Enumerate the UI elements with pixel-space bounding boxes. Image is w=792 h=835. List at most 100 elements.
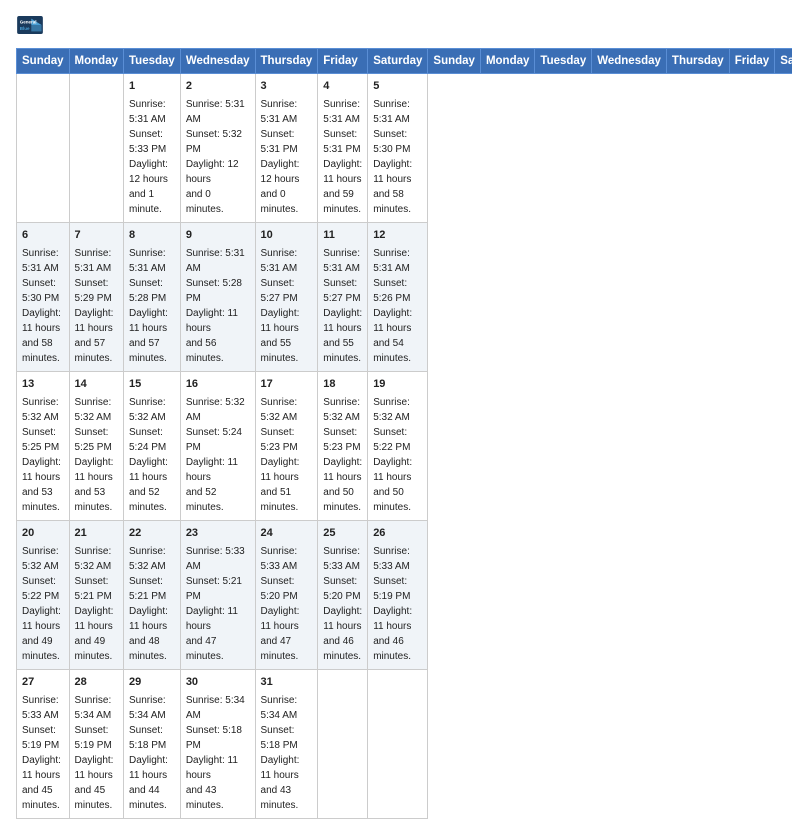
day-number: 4 xyxy=(323,79,362,95)
day-number: 26 xyxy=(373,526,422,542)
day-info: Sunrise: 5:31 AM Sunset: 5:27 PM Dayligh… xyxy=(261,246,313,366)
calendar-cell: 8Sunrise: 5:31 AM Sunset: 5:28 PM Daylig… xyxy=(124,222,181,371)
week-row-3: 13Sunrise: 5:32 AM Sunset: 5:25 PM Dayli… xyxy=(17,371,792,520)
day-info: Sunrise: 5:34 AM Sunset: 5:19 PM Dayligh… xyxy=(75,693,118,813)
calendar-cell: 16 Sunrise: 5:32 AM Sunset: 5:24 PM Dayli… xyxy=(180,371,255,520)
day-info: Sunrise: 5:32 AM Sunset: 5:24 PM Dayligh… xyxy=(129,395,175,515)
calendar-cell: 13Sunrise: 5:32 AM Sunset: 5:25 PM Dayli… xyxy=(17,371,70,520)
calendar-cell: 2 Sunrise: 5:31 AM Sunset: 5:32 PM Daylig… xyxy=(180,74,255,223)
day-info: Sunrise: 5:31 AM Sunset: 5:32 PM Dayligh… xyxy=(186,97,250,217)
calendar-cell: 20Sunrise: 5:32 AM Sunset: 5:22 PM Dayli… xyxy=(17,520,70,669)
day-info: Sunrise: 5:32 AM Sunset: 5:21 PM Dayligh… xyxy=(75,544,118,664)
svg-text:General: General xyxy=(20,20,37,25)
day-number: 17 xyxy=(261,377,313,393)
calendar-cell: 5 Sunrise: 5:31 AM Sunset: 5:30 PM Daylig… xyxy=(368,74,428,223)
day-info: Sunrise: 5:33 AM Sunset: 5:20 PM Dayligh… xyxy=(323,544,362,664)
calendar-cell: 17Sunrise: 5:32 AM Sunset: 5:23 PM Dayli… xyxy=(255,371,318,520)
day-info: Sunrise: 5:33 AM Sunset: 5:19 PM Dayligh… xyxy=(22,693,64,813)
calendar-cell xyxy=(318,669,368,818)
day-info: Sunrise: 5:33 AM Sunset: 5:19 PM Dayligh… xyxy=(373,544,422,664)
week-row-1: 1 Sunrise: 5:31 AM Sunset: 5:33 PM Daylig… xyxy=(17,74,792,223)
calendar-cell: 1 Sunrise: 5:31 AM Sunset: 5:33 PM Daylig… xyxy=(124,74,181,223)
week-row-5: 27 Sunrise: 5:33 AM Sunset: 5:19 PM Dayli… xyxy=(17,669,792,818)
day-number: 12 xyxy=(373,228,422,244)
dow-header-saturday: Saturday xyxy=(775,49,792,74)
dow-header-tuesday: Tuesday xyxy=(535,49,592,74)
header-cell-sunday: Sunday xyxy=(17,49,70,74)
day-info: Sunrise: 5:31 AM Sunset: 5:27 PM Dayligh… xyxy=(323,246,362,366)
calendar-header: SundayMondayTuesdayWednesdayThursdayFrid… xyxy=(17,49,792,74)
calendar-cell: 19 Sunrise: 5:32 AM Sunset: 5:22 PM Dayli… xyxy=(368,371,428,520)
day-number: 24 xyxy=(261,526,313,542)
header-cell-thursday: Thursday xyxy=(255,49,318,74)
header-cell-wednesday: Wednesday xyxy=(180,49,255,74)
header-cell-monday: Monday xyxy=(69,49,123,74)
calendar-cell: 27 Sunrise: 5:33 AM Sunset: 5:19 PM Dayli… xyxy=(17,669,70,818)
header-cell-friday: Friday xyxy=(318,49,368,74)
day-info: Sunrise: 5:31 AM Sunset: 5:29 PM Dayligh… xyxy=(75,246,118,366)
calendar-cell: 11 Sunrise: 5:31 AM Sunset: 5:27 PM Dayli… xyxy=(318,222,368,371)
day-info: Sunrise: 5:32 AM Sunset: 5:22 PM Dayligh… xyxy=(373,395,422,515)
day-info: Sunrise: 5:32 AM Sunset: 5:25 PM Dayligh… xyxy=(75,395,118,515)
calendar-cell: 28 Sunrise: 5:34 AM Sunset: 5:19 PM Dayli… xyxy=(69,669,123,818)
calendar-cell: 31 Sunrise: 5:34 AM Sunset: 5:18 PM Dayli… xyxy=(255,669,318,818)
logo-icon: General Blue xyxy=(16,16,44,34)
calendar-cell: 9Sunrise: 5:31 AM Sunset: 5:28 PM Daylig… xyxy=(180,222,255,371)
calendar-cell xyxy=(69,74,123,223)
dow-header-monday: Monday xyxy=(480,49,534,74)
day-number: 3 xyxy=(261,79,313,95)
day-number: 6 xyxy=(22,228,64,244)
calendar-cell: 15 Sunrise: 5:32 AM Sunset: 5:24 PM Dayli… xyxy=(124,371,181,520)
day-number: 5 xyxy=(373,79,422,95)
day-number: 2 xyxy=(186,79,250,95)
day-number: 10 xyxy=(261,228,313,244)
calendar-cell: 4Sunrise: 5:31 AM Sunset: 5:31 PM Daylig… xyxy=(318,74,368,223)
calendar-cell: 14 Sunrise: 5:32 AM Sunset: 5:25 PM Dayli… xyxy=(69,371,123,520)
day-number: 16 xyxy=(186,377,250,393)
day-info: Sunrise: 5:31 AM Sunset: 5:30 PM Dayligh… xyxy=(373,97,422,217)
day-number: 19 xyxy=(373,377,422,393)
day-number: 11 xyxy=(323,228,362,244)
calendar-body: 1 Sunrise: 5:31 AM Sunset: 5:33 PM Daylig… xyxy=(17,74,792,819)
day-number: 20 xyxy=(22,526,64,542)
day-info: Sunrise: 5:32 AM Sunset: 5:23 PM Dayligh… xyxy=(323,395,362,515)
calendar-cell: 10 Sunrise: 5:31 AM Sunset: 5:27 PM Dayli… xyxy=(255,222,318,371)
calendar-cell: 24 Sunrise: 5:33 AM Sunset: 5:20 PM Dayli… xyxy=(255,520,318,669)
day-number: 31 xyxy=(261,675,313,691)
day-info: Sunrise: 5:34 AM Sunset: 5:18 PM Dayligh… xyxy=(129,693,175,813)
header-cell-saturday: Saturday xyxy=(368,49,428,74)
calendar-cell: 7 Sunrise: 5:31 AM Sunset: 5:29 PM Daylig… xyxy=(69,222,123,371)
header-cell-tuesday: Tuesday xyxy=(124,49,181,74)
day-info: Sunrise: 5:34 AM Sunset: 5:18 PM Dayligh… xyxy=(261,693,313,813)
calendar-cell xyxy=(17,74,70,223)
day-number: 8 xyxy=(129,228,175,244)
page-header: General Blue xyxy=(16,16,776,36)
calendar-table: SundayMondayTuesdayWednesdayThursdayFrid… xyxy=(16,48,792,819)
dow-header-wednesday: Wednesday xyxy=(592,49,667,74)
calendar-cell: 18 Sunrise: 5:32 AM Sunset: 5:23 PM Dayli… xyxy=(318,371,368,520)
day-number: 18 xyxy=(323,377,362,393)
day-number: 7 xyxy=(75,228,118,244)
calendar-cell xyxy=(368,669,428,818)
day-info: Sunrise: 5:34 AM Sunset: 5:18 PM Dayligh… xyxy=(186,693,250,813)
day-number: 28 xyxy=(75,675,118,691)
day-info: Sunrise: 5:33 AM Sunset: 5:20 PM Dayligh… xyxy=(261,544,313,664)
day-number: 29 xyxy=(129,675,175,691)
day-number: 1 xyxy=(129,79,175,95)
day-number: 30 xyxy=(186,675,250,691)
calendar-cell: 23Sunrise: 5:33 AM Sunset: 5:21 PM Dayli… xyxy=(180,520,255,669)
calendar-cell: 6 Sunrise: 5:31 AM Sunset: 5:30 PM Daylig… xyxy=(17,222,70,371)
day-info: Sunrise: 5:31 AM Sunset: 5:33 PM Dayligh… xyxy=(129,97,175,217)
dow-header-thursday: Thursday xyxy=(666,49,729,74)
day-number: 15 xyxy=(129,377,175,393)
day-info: Sunrise: 5:31 AM Sunset: 5:30 PM Dayligh… xyxy=(22,246,64,366)
day-info: Sunrise: 5:32 AM Sunset: 5:24 PM Dayligh… xyxy=(186,395,250,515)
day-info: Sunrise: 5:31 AM Sunset: 5:26 PM Dayligh… xyxy=(373,246,422,366)
week-row-4: 20Sunrise: 5:32 AM Sunset: 5:22 PM Dayli… xyxy=(17,520,792,669)
day-info: Sunrise: 5:32 AM Sunset: 5:21 PM Dayligh… xyxy=(129,544,175,664)
svg-text:Blue: Blue xyxy=(20,26,30,31)
day-number: 25 xyxy=(323,526,362,542)
calendar-cell: 3Sunrise: 5:31 AM Sunset: 5:31 PM Daylig… xyxy=(255,74,318,223)
day-number: 14 xyxy=(75,377,118,393)
day-number: 27 xyxy=(22,675,64,691)
